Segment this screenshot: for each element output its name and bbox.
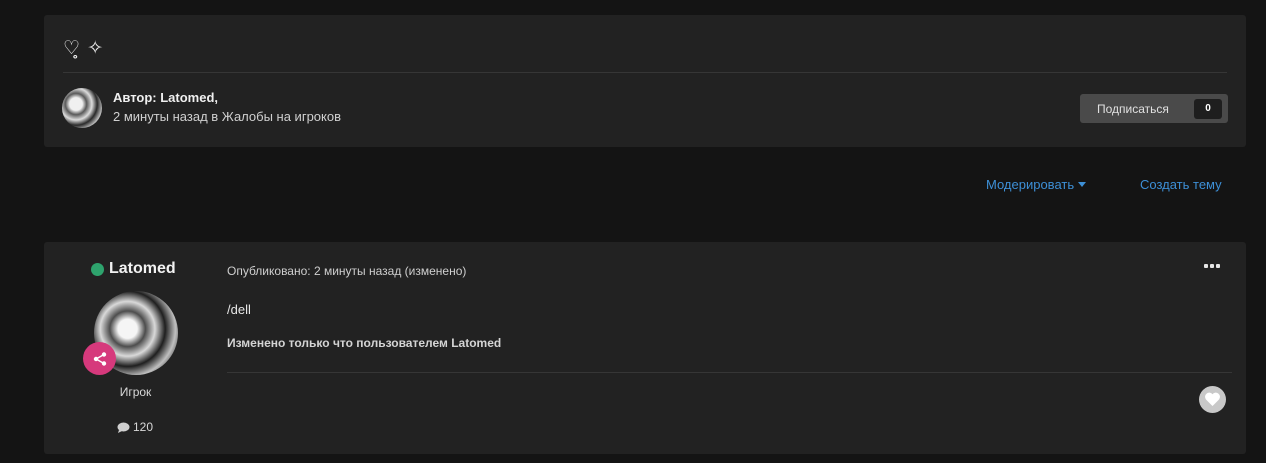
post-username[interactable]: Latomed [109,260,176,278]
comment-icon [117,422,130,433]
more-dots-icon[interactable] [1204,264,1220,268]
moderate-label: Модерировать [986,177,1075,192]
post: Latomed Игрок 120 Опубликовано: 2 минуты… [44,242,1246,454]
topic-meta: 2 минуты назад в Жалобы на игроков [113,109,341,124]
caret-down-icon [1078,182,1087,187]
divider [227,372,1232,373]
online-status-icon [91,262,104,276]
user-group: Игрок [119,385,152,399]
post-body: /dell [227,302,251,317]
author-name[interactable]: Автор: Latomed, [113,90,218,105]
moderate-link[interactable]: Модерировать [986,177,1087,192]
rank-badge [83,342,116,375]
share-icon [93,351,106,366]
author-avatar[interactable] [62,88,102,128]
post-count-value: 120 [133,420,154,434]
create-topic-link[interactable]: Создать тему [1140,177,1222,192]
topic-header: ♡̥ ✧ Автор: Latomed, 2 минуты назад в Жа… [44,15,1246,147]
edited-note: Изменено только что пользователем Latome… [227,336,502,350]
topic-title: ♡̥ ✧ [63,38,105,59]
subscribe-count: 0 [1194,98,1222,119]
post-meta: Опубликовано: 2 минуты назад (изменено) [227,264,467,278]
user-name-wrap: Latomed [91,260,176,278]
divider [63,72,1227,73]
like-button[interactable] [1199,386,1226,413]
subscribe-button[interactable]: Подписаться 0 [1080,94,1228,123]
subscribe-label: Подписаться [1097,101,1169,116]
post-count: 120 [117,420,153,434]
heart-icon [1205,392,1220,406]
